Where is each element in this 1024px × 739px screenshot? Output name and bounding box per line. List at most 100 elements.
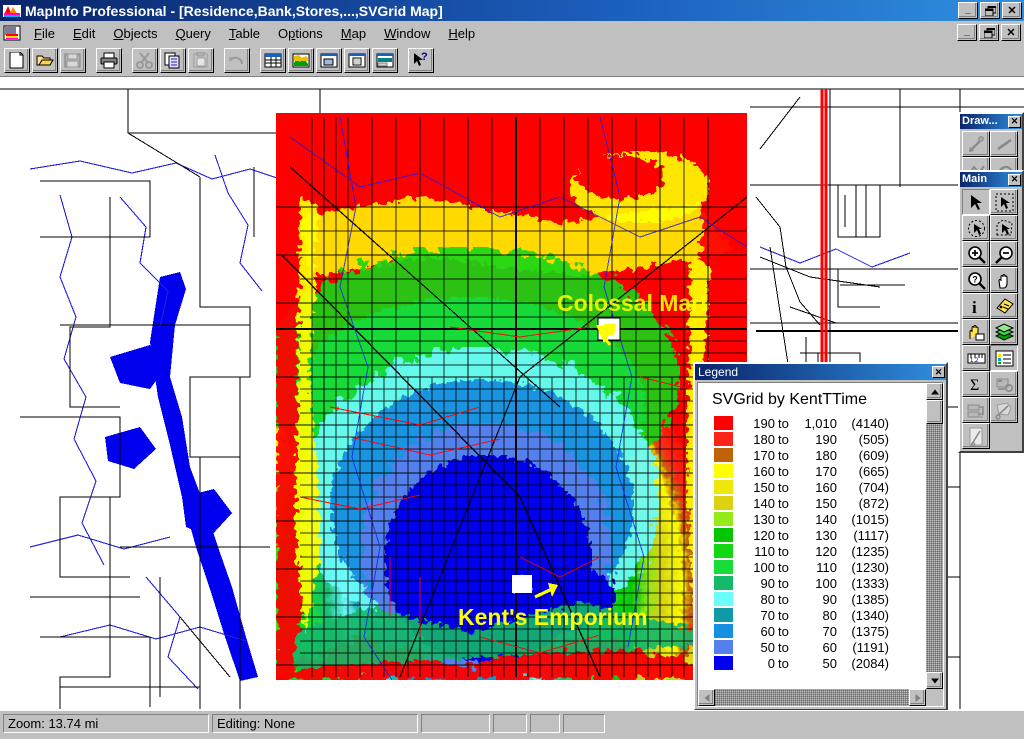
new-layout-button[interactable] <box>344 48 370 73</box>
window-minimize-button[interactable]: _ <box>958 2 978 19</box>
legend-cell-count: (1385) <box>851 591 889 607</box>
legend-row[interactable]: 70 to 80 (1340) <box>714 607 923 623</box>
help-button[interactable]: ? <box>408 48 434 73</box>
legend-swatch <box>714 640 733 654</box>
layer-control-button[interactable] <box>990 319 1018 345</box>
show-legend-button[interactable] <box>990 345 1018 371</box>
drawing-toolbar-close-button[interactable]: ✕ <box>1008 115 1021 128</box>
menu-file[interactable]: File <box>25 24 64 43</box>
copy-button[interactable] <box>160 48 186 73</box>
legend-swatch <box>714 512 733 526</box>
main-toolbar-titlebar[interactable]: Main ✕ <box>960 172 1022 187</box>
window-restore-button[interactable] <box>980 2 1000 19</box>
menubar: File Edit Objects Query Table Options Ma… <box>0 21 1024 45</box>
new-browser-button[interactable] <box>260 48 286 73</box>
mdi-restore-button[interactable] <box>979 24 999 41</box>
legend-range-high: 120 <box>815 543 837 559</box>
radius-select-tool-button[interactable] <box>962 215 990 241</box>
legend-row[interactable]: 100 to 110 (1230) <box>714 559 923 575</box>
marquee-select-tool-button[interactable] <box>990 189 1018 215</box>
document-window-icon[interactable] <box>3 25 21 42</box>
assign-selected-objects-button[interactable]: 2 <box>962 397 990 423</box>
legend-row[interactable]: 190 to 1,010 (4140) <box>714 415 923 431</box>
boundary-select-tool-button[interactable] <box>990 215 1018 241</box>
symbol-tool-button[interactable] <box>962 131 990 157</box>
legend-close-button[interactable]: ✕ <box>932 366 945 378</box>
save-table-button[interactable] <box>60 48 86 73</box>
legend-row[interactable]: 120 to 130 (1117) <box>714 527 923 543</box>
select-tool-button[interactable] <box>962 189 990 215</box>
main-toolbar-close-button[interactable]: ✕ <box>1008 173 1021 186</box>
legend-range-high: 190 <box>815 431 837 447</box>
window-close-button[interactable]: ✕ <box>1002 2 1022 19</box>
menu-window[interactable]: Window <box>375 24 439 43</box>
legend-horizontal-scrollbar[interactable] <box>698 689 926 706</box>
legend-row[interactable]: 140 to 150 (872) <box>714 495 923 511</box>
menu-edit[interactable]: Edit <box>64 24 104 43</box>
scroll-left-arrow-icon[interactable] <box>698 689 715 706</box>
print-button[interactable] <box>96 48 122 73</box>
legend-row[interactable]: 160 to 170 (665) <box>714 463 923 479</box>
legend-window[interactable]: Legend ✕ SVGrid by KentTTime 190 to 1,010(… <box>693 362 948 711</box>
cut-button[interactable] <box>132 48 158 73</box>
mapinfo-logo-icon <box>3 3 21 19</box>
legend-cell-count: (872) <box>858 495 889 511</box>
new-grapher-button[interactable] <box>316 48 342 73</box>
legend-range-low: 100 <box>753 559 775 575</box>
menu-objects[interactable]: Objects <box>104 24 166 43</box>
new-table-button[interactable] <box>4 48 30 73</box>
menu-map[interactable]: Map <box>332 24 375 43</box>
legend-vertical-scrollbar[interactable] <box>926 383 943 689</box>
set-clip-region-button[interactable] <box>962 423 990 449</box>
paste-button[interactable] <box>188 48 214 73</box>
scroll-right-arrow-icon[interactable] <box>909 689 926 706</box>
legend-row[interactable]: 0 to 50 (2084) <box>714 655 923 671</box>
ruler-tool-button[interactable]: 1.2 <box>962 345 990 371</box>
line-tool-button[interactable] <box>990 131 1018 157</box>
menu-table[interactable]: Table <box>220 24 269 43</box>
legend-row[interactable]: 90 to 100 (1333) <box>714 575 923 591</box>
legend-row[interactable]: 180 to 190 (505) <box>714 431 923 447</box>
main-toolbar[interactable]: Main ✕ ? i 1.2 Σ 2 <box>958 170 1024 453</box>
legend-heading: SVGrid by KentTTime <box>712 391 868 408</box>
legend-row[interactable]: 130 to 140 (1015) <box>714 511 923 527</box>
show-statistics-button[interactable]: Σ <box>962 371 990 397</box>
scroll-down-arrow-icon[interactable] <box>926 672 943 689</box>
info-tool-button[interactable]: i <box>962 293 990 319</box>
legend-swatch <box>714 608 733 622</box>
drag-map-window-button[interactable] <box>962 319 990 345</box>
open-table-button[interactable] <box>32 48 58 73</box>
drawing-toolbar-titlebar[interactable]: Draw... ✕ <box>960 114 1022 129</box>
grabber-pan-tool-button[interactable] <box>990 267 1018 293</box>
clip-region-on-button[interactable] <box>990 397 1018 423</box>
main-toolbar-title: Main <box>962 173 988 185</box>
legend-cell-count: (1117) <box>853 527 889 543</box>
scroll-up-arrow-icon[interactable] <box>926 383 943 400</box>
legend-body: SVGrid by KentTTime 190 to 1,010 (4140) 180 t… <box>697 382 944 707</box>
new-redistrict-button[interactable] <box>372 48 398 73</box>
legend-cell-count: (1230) <box>851 559 889 575</box>
legend-range-separator: to <box>778 623 789 639</box>
mdi-minimize-button[interactable]: _ <box>957 24 977 41</box>
legend-row[interactable]: 170 to 180 (609) <box>714 447 923 463</box>
close-icon: ✕ <box>1010 174 1019 184</box>
legend-row[interactable]: 150 to 160 (704) <box>714 479 923 495</box>
menu-query[interactable]: Query <box>166 24 219 43</box>
legend-row[interactable]: 80 to 90 (1385) <box>714 591 923 607</box>
legend-row[interactable]: 60 to 70 (1375) <box>714 623 923 639</box>
info-query-tool-button[interactable]: ? <box>962 267 990 293</box>
legend-titlebar[interactable]: Legend ✕ <box>695 364 946 380</box>
zoom-in-tool-button[interactable] <box>962 241 990 267</box>
mdi-close-button[interactable]: ✕ <box>1001 24 1021 41</box>
set-target-district-button[interactable] <box>990 371 1018 397</box>
legend-vscroll-thumb[interactable] <box>926 400 943 424</box>
undo-button[interactable] <box>224 48 250 73</box>
menu-options[interactable]: Options <box>269 24 332 43</box>
legend-row[interactable]: 50 to 60 (1191) <box>714 639 923 655</box>
zoom-out-tool-button[interactable] <box>990 241 1018 267</box>
menu-help[interactable]: Help <box>439 24 484 43</box>
new-mapper-button[interactable] <box>288 48 314 73</box>
legend-swatch <box>714 480 733 494</box>
legend-row[interactable]: 110 to 120 (1235) <box>714 543 923 559</box>
label-tool-button[interactable] <box>990 293 1018 319</box>
